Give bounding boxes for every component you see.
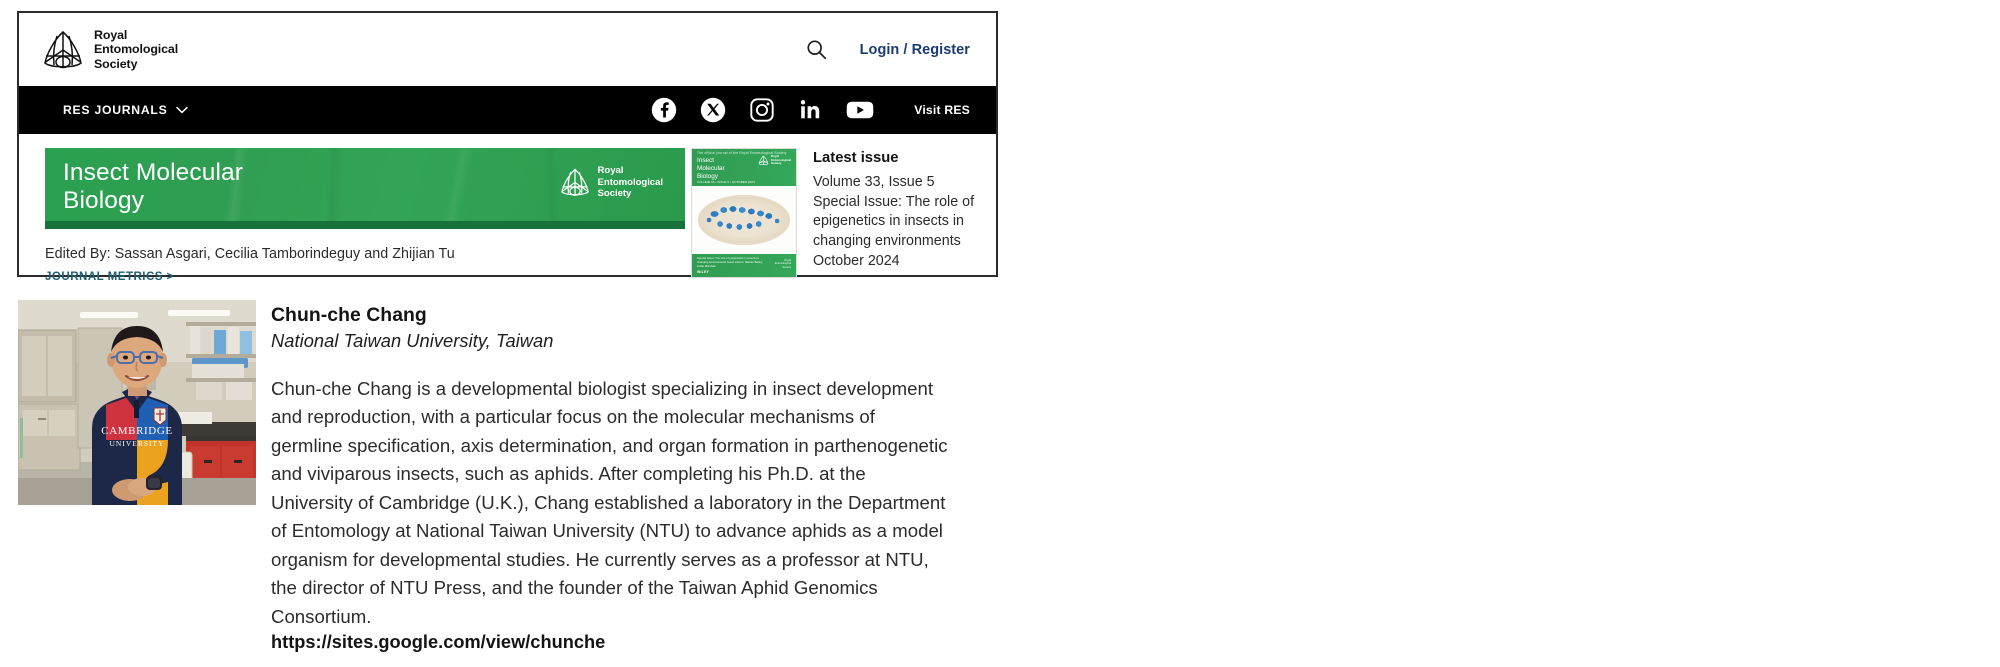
editor-website-link[interactable]: https://sites.google.com/view/chunche: [271, 632, 951, 653]
latest-issue-cover-thumbnail[interactable]: The official journal of the Royal Entomo…: [691, 148, 797, 278]
instagram-link[interactable]: [748, 96, 776, 124]
nav-res-journals[interactable]: RES JOURNALS: [63, 103, 189, 117]
editor-biography: Chun-che Chang is a developmental biolog…: [271, 378, 948, 627]
res-logo-wordmark: Royal Entomological Society: [94, 27, 179, 71]
editor-affiliation: National Taiwan University, Taiwan: [271, 330, 554, 352]
cover-right-block: Royal Entomological Society: [774, 259, 791, 269]
login-register-link[interactable]: Login / Register: [860, 42, 970, 58]
linkedin-link[interactable]: [797, 96, 825, 124]
cover-res-wordmark: Royal Entomological Society: [771, 154, 791, 166]
editor-profile: CAMBRIDGE UNIVERSITY Chun-che Chang Nati…: [18, 300, 951, 653]
res-moth-logo-icon: [560, 168, 589, 196]
cover-top-band: The official journal of the Royal Entomo…: [692, 149, 796, 186]
x-twitter-icon: [701, 97, 726, 123]
latest-issue-special-title: Special Issue: The role of epigenetics i…: [813, 193, 975, 250]
banner-res-wordmark: Royal Entomological Society: [597, 165, 664, 199]
x-twitter-link[interactable]: [699, 96, 727, 124]
linkedin-icon: [801, 100, 820, 119]
search-icon: [807, 40, 827, 60]
journal-title-banner[interactable]: Insect Molecular Biology Royal Entomolog…: [45, 148, 685, 229]
res-moth-logo-icon: [758, 155, 769, 165]
journal-metrics-link[interactable]: JOURNAL METRICS >: [45, 270, 174, 283]
latest-issue-details: Latest issue Volume 33, Issue 5 Special …: [813, 148, 996, 275]
journal-header-card: Royal Entomological Society Login / Regi…: [17, 11, 998, 283]
latest-issue-heading: Latest issue: [813, 150, 899, 166]
cover-embryo-image: [698, 195, 790, 245]
cover-bottom-band: Special Issue: The role of epigenetics i…: [692, 254, 796, 277]
cover-publisher: WILEY: [697, 270, 710, 274]
journal-body: Insect Molecular Biology Royal Entomolog…: [19, 134, 996, 283]
svg-text:UNIVERSITY: UNIVERSITY: [110, 439, 165, 448]
cover-res-logo: Royal Entomological Society: [758, 154, 791, 166]
latest-issue-date: October 2024: [813, 252, 900, 269]
res-society-logo[interactable]: Royal Entomological Society: [41, 28, 178, 72]
cover-artwork: [692, 186, 796, 254]
cover-title: Insect Molecular Biology: [697, 157, 725, 180]
editor-photo: CAMBRIDGE UNIVERSITY: [18, 300, 256, 505]
svg-text:CAMBRIDGE: CAMBRIDGE: [101, 425, 172, 437]
youtube-link[interactable]: [846, 96, 874, 124]
cover-caption: Special Issue: The role of epigenetics i…: [697, 256, 763, 268]
instagram-icon: [750, 98, 774, 122]
chevron-down-icon: [176, 106, 189, 114]
editor-name: Chun-che Chang: [271, 304, 427, 326]
social-links: [650, 96, 874, 124]
primary-nav-bar: RES JOURNALS Visit RES: [19, 86, 996, 134]
facebook-icon: [652, 97, 677, 123]
edited-by-line: Edited By: Sassan Asgari, Cecilia Tambor…: [45, 246, 455, 262]
nav-res-journals-label: RES JOURNALS: [63, 103, 168, 117]
youtube-icon: [846, 101, 874, 119]
cover-volume-line: VOLUME 33 • ISSUE 5 • OCTOBER 2024: [697, 180, 755, 184]
utility-bar: Royal Entomological Society Login / Regi…: [19, 13, 996, 86]
editor-text-block: Chun-che Chang National Taiwan Universit…: [271, 300, 951, 653]
banner-res-logo: Royal Entomological Society: [559, 165, 663, 200]
latest-issue-volume: Volume 33, Issue 5: [813, 174, 935, 190]
visit-res-link[interactable]: Visit RES: [914, 103, 970, 117]
res-moth-logo-icon: [44, 30, 82, 68]
search-button[interactable]: [802, 35, 832, 65]
facebook-link[interactable]: [650, 96, 678, 124]
latest-issue-section: The official journal of the Royal Entomo…: [685, 148, 996, 278]
editor-photo-image: CAMBRIDGE UNIVERSITY: [18, 300, 256, 505]
journal-title: Insect Molecular Biology: [63, 159, 243, 215]
journal-left-column: Insect Molecular Biology Royal Entomolog…: [19, 148, 685, 283]
